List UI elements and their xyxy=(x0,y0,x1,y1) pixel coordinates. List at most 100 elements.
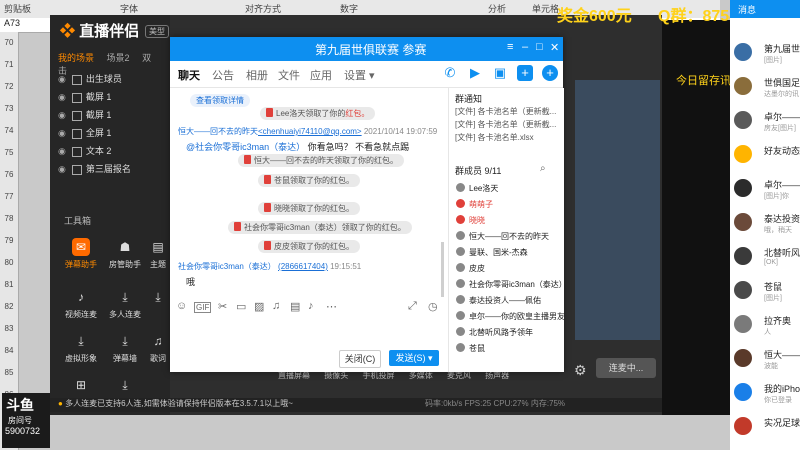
contact-item[interactable]: 恒大—— 波能 xyxy=(734,346,800,376)
file-item[interactable]: [文件] 各卡池名单.xlsx xyxy=(455,132,534,143)
checkbox[interactable] xyxy=(71,110,82,121)
gift-icon[interactable]: ♫ xyxy=(272,300,280,312)
contact-item[interactable]: 拉齐奥人 xyxy=(734,312,800,342)
member-item[interactable]: 社会你零哥ic3man（泰达） xyxy=(456,279,567,290)
eye-icon[interactable]: ◉ xyxy=(58,164,66,174)
member-item[interactable]: 泰达投资人——佩佑 xyxy=(456,295,541,306)
member-item[interactable]: 苍鼠 xyxy=(456,343,485,354)
member-item[interactable]: 北替听风路予领年 xyxy=(456,327,533,338)
eye-icon[interactable]: ◉ xyxy=(58,92,66,102)
close-icon[interactable]: ✕ xyxy=(550,41,559,54)
contact-item[interactable]: 世俱国足 达墨尔的讯 xyxy=(734,74,800,104)
row-number[interactable]: 75 xyxy=(0,142,18,164)
sender-qq[interactable]: (2866617404) xyxy=(278,262,328,271)
contact-item[interactable]: 实况足球2 xyxy=(734,414,800,444)
row-number[interactable]: 82 xyxy=(0,296,18,318)
search-icon[interactable]: ⌕ xyxy=(540,163,546,174)
scene-tab[interactable]: 场景2 xyxy=(107,53,130,63)
row-number[interactable]: 74 xyxy=(0,120,18,142)
file-item[interactable]: [文件] 各卡池名单（更新截... xyxy=(455,106,556,117)
source-item[interactable]: ◉ 第三届报名 xyxy=(58,162,168,178)
tool-more[interactable]: ⊞ xyxy=(58,376,104,398)
source-item[interactable]: ◉ 截屏 1 xyxy=(58,90,168,106)
add-mic[interactable]: 麦克风 xyxy=(447,371,471,380)
tab-files[interactable]: 文件 xyxy=(278,67,300,83)
member-item[interactable]: 皮皮 xyxy=(456,263,485,274)
maximize-icon[interactable]: □ xyxy=(536,41,543,53)
video-icon[interactable]: ▶ xyxy=(467,65,483,81)
row-number[interactable]: 80 xyxy=(0,252,18,274)
tool-extra[interactable]: ⤓ xyxy=(146,288,170,328)
row-number[interactable]: 85 xyxy=(0,362,18,384)
history-icon[interactable]: ◷ xyxy=(428,300,438,313)
tool-more[interactable]: ⤓ xyxy=(102,376,148,398)
eye-icon[interactable]: ◉ xyxy=(58,128,66,138)
checkbox[interactable] xyxy=(71,146,82,157)
sender-email[interactable]: <chenhuaiyi74110@qq.com> xyxy=(258,127,362,136)
emoji-icon[interactable]: ☺ xyxy=(176,300,187,312)
eye-icon[interactable]: ◉ xyxy=(58,74,66,84)
add-camera[interactable]: 摄像头 xyxy=(324,371,348,380)
contact-item[interactable]: 好友动态 xyxy=(734,142,800,172)
tool-room-admin[interactable]: ☗ 房管助手 xyxy=(102,238,148,278)
tool-lyrics[interactable]: ♫ 歌词 xyxy=(146,332,170,372)
contact-item[interactable]: 卓尔—— [图片]你 xyxy=(734,176,800,206)
tool-multi-link[interactable]: ⤓ 多人连麦 xyxy=(102,288,148,328)
menu-icon[interactable]: ≡ xyxy=(507,41,513,53)
mention[interactable]: @社会你零哥ic3man（泰达） xyxy=(186,142,305,152)
row-number[interactable]: 71 xyxy=(0,54,18,76)
expand-icon[interactable]: ⤢ xyxy=(408,300,417,313)
eye-icon[interactable]: ◉ xyxy=(58,146,66,156)
sender-name[interactable]: 恒大——回不去的昨天 xyxy=(178,127,258,136)
row-number[interactable]: 78 xyxy=(0,208,18,230)
tab-album[interactable]: 相册 xyxy=(246,67,268,83)
file-item[interactable]: [文件] 各卡池名单（更新截... xyxy=(455,119,556,130)
checkbox[interactable] xyxy=(71,92,82,103)
add-media[interactable]: 多媒体 xyxy=(409,371,433,380)
tool-theme[interactable]: ▤ 主题 xyxy=(146,238,170,278)
red-packet-icon[interactable]: ▤ xyxy=(290,300,300,313)
member-item[interactable]: 萌萌子 xyxy=(456,199,493,210)
row-number[interactable]: 73 xyxy=(0,98,18,120)
source-item[interactable]: ◉ 文本 2 xyxy=(58,144,168,160)
share-screen-icon[interactable]: ▣ xyxy=(492,65,508,81)
contact-item[interactable]: 第九届世 [图片] xyxy=(734,40,800,70)
checkbox[interactable] xyxy=(71,164,82,175)
scissors-icon[interactable]: ✂ xyxy=(218,300,227,313)
member-item[interactable]: 恒大——回不去的昨天 xyxy=(456,231,549,242)
brand-badge[interactable]: 美型 xyxy=(145,25,169,38)
add-phone[interactable]: 手机投屏 xyxy=(362,371,394,380)
member-item[interactable]: 卓尔——你的欧皇主播男友 xyxy=(456,311,565,322)
tab-notice[interactable]: 公告 xyxy=(212,67,234,83)
receipt-link[interactable]: 查看领取详情 xyxy=(190,94,250,107)
folder-icon[interactable]: ▭ xyxy=(236,300,246,313)
member-item[interactable]: 曼联、国米-杰森 xyxy=(456,247,528,258)
gear-icon[interactable]: ⚙ xyxy=(574,362,587,379)
tab-apps[interactable]: 应用 xyxy=(310,67,332,83)
eye-icon[interactable]: ◉ xyxy=(58,110,66,120)
contact-item[interactable]: 泰达投资人哦，稍天 xyxy=(734,210,800,240)
add-speaker[interactable]: 扬声器 xyxy=(485,371,509,380)
live-button[interactable]: 连麦中... xyxy=(596,358,656,378)
mic-icon[interactable]: ♪ xyxy=(308,300,314,312)
row-number[interactable]: 83 xyxy=(0,318,18,340)
source-item[interactable]: ◉ 截屏 1 xyxy=(58,108,168,124)
gif-icon[interactable]: GIF xyxy=(194,302,212,313)
row-number[interactable]: 81 xyxy=(0,274,18,296)
chevron-down-icon[interactable]: ▾ xyxy=(428,353,433,363)
source-item[interactable]: ◉ 出生球员 xyxy=(58,72,168,88)
send-button[interactable]: 发送(S) ▾ xyxy=(389,350,439,366)
contact-item[interactable]: 卓尔—— 房友[图片] xyxy=(734,108,800,138)
row-number[interactable]: 79 xyxy=(0,230,18,252)
tool-danmaku[interactable]: ✉ 弹幕助手 xyxy=(58,238,104,278)
checkbox[interactable] xyxy=(71,128,82,139)
tab-chat[interactable]: 聊天 xyxy=(178,67,200,83)
contact-item[interactable]: 北替听风路[OK] xyxy=(734,244,800,274)
close-button[interactable]: 关闭(C) xyxy=(339,350,381,368)
sender-name[interactable]: 社会你零哥ic3man（泰达） xyxy=(178,262,276,271)
row-number[interactable]: 70 xyxy=(0,32,18,54)
tab-settings[interactable]: 设置 ▾ xyxy=(344,67,375,83)
scene-tab[interactable]: 我的场景 xyxy=(58,53,94,63)
image-icon[interactable]: ▨ xyxy=(254,300,264,313)
member-item[interactable]: Lee洛天 xyxy=(456,183,498,194)
